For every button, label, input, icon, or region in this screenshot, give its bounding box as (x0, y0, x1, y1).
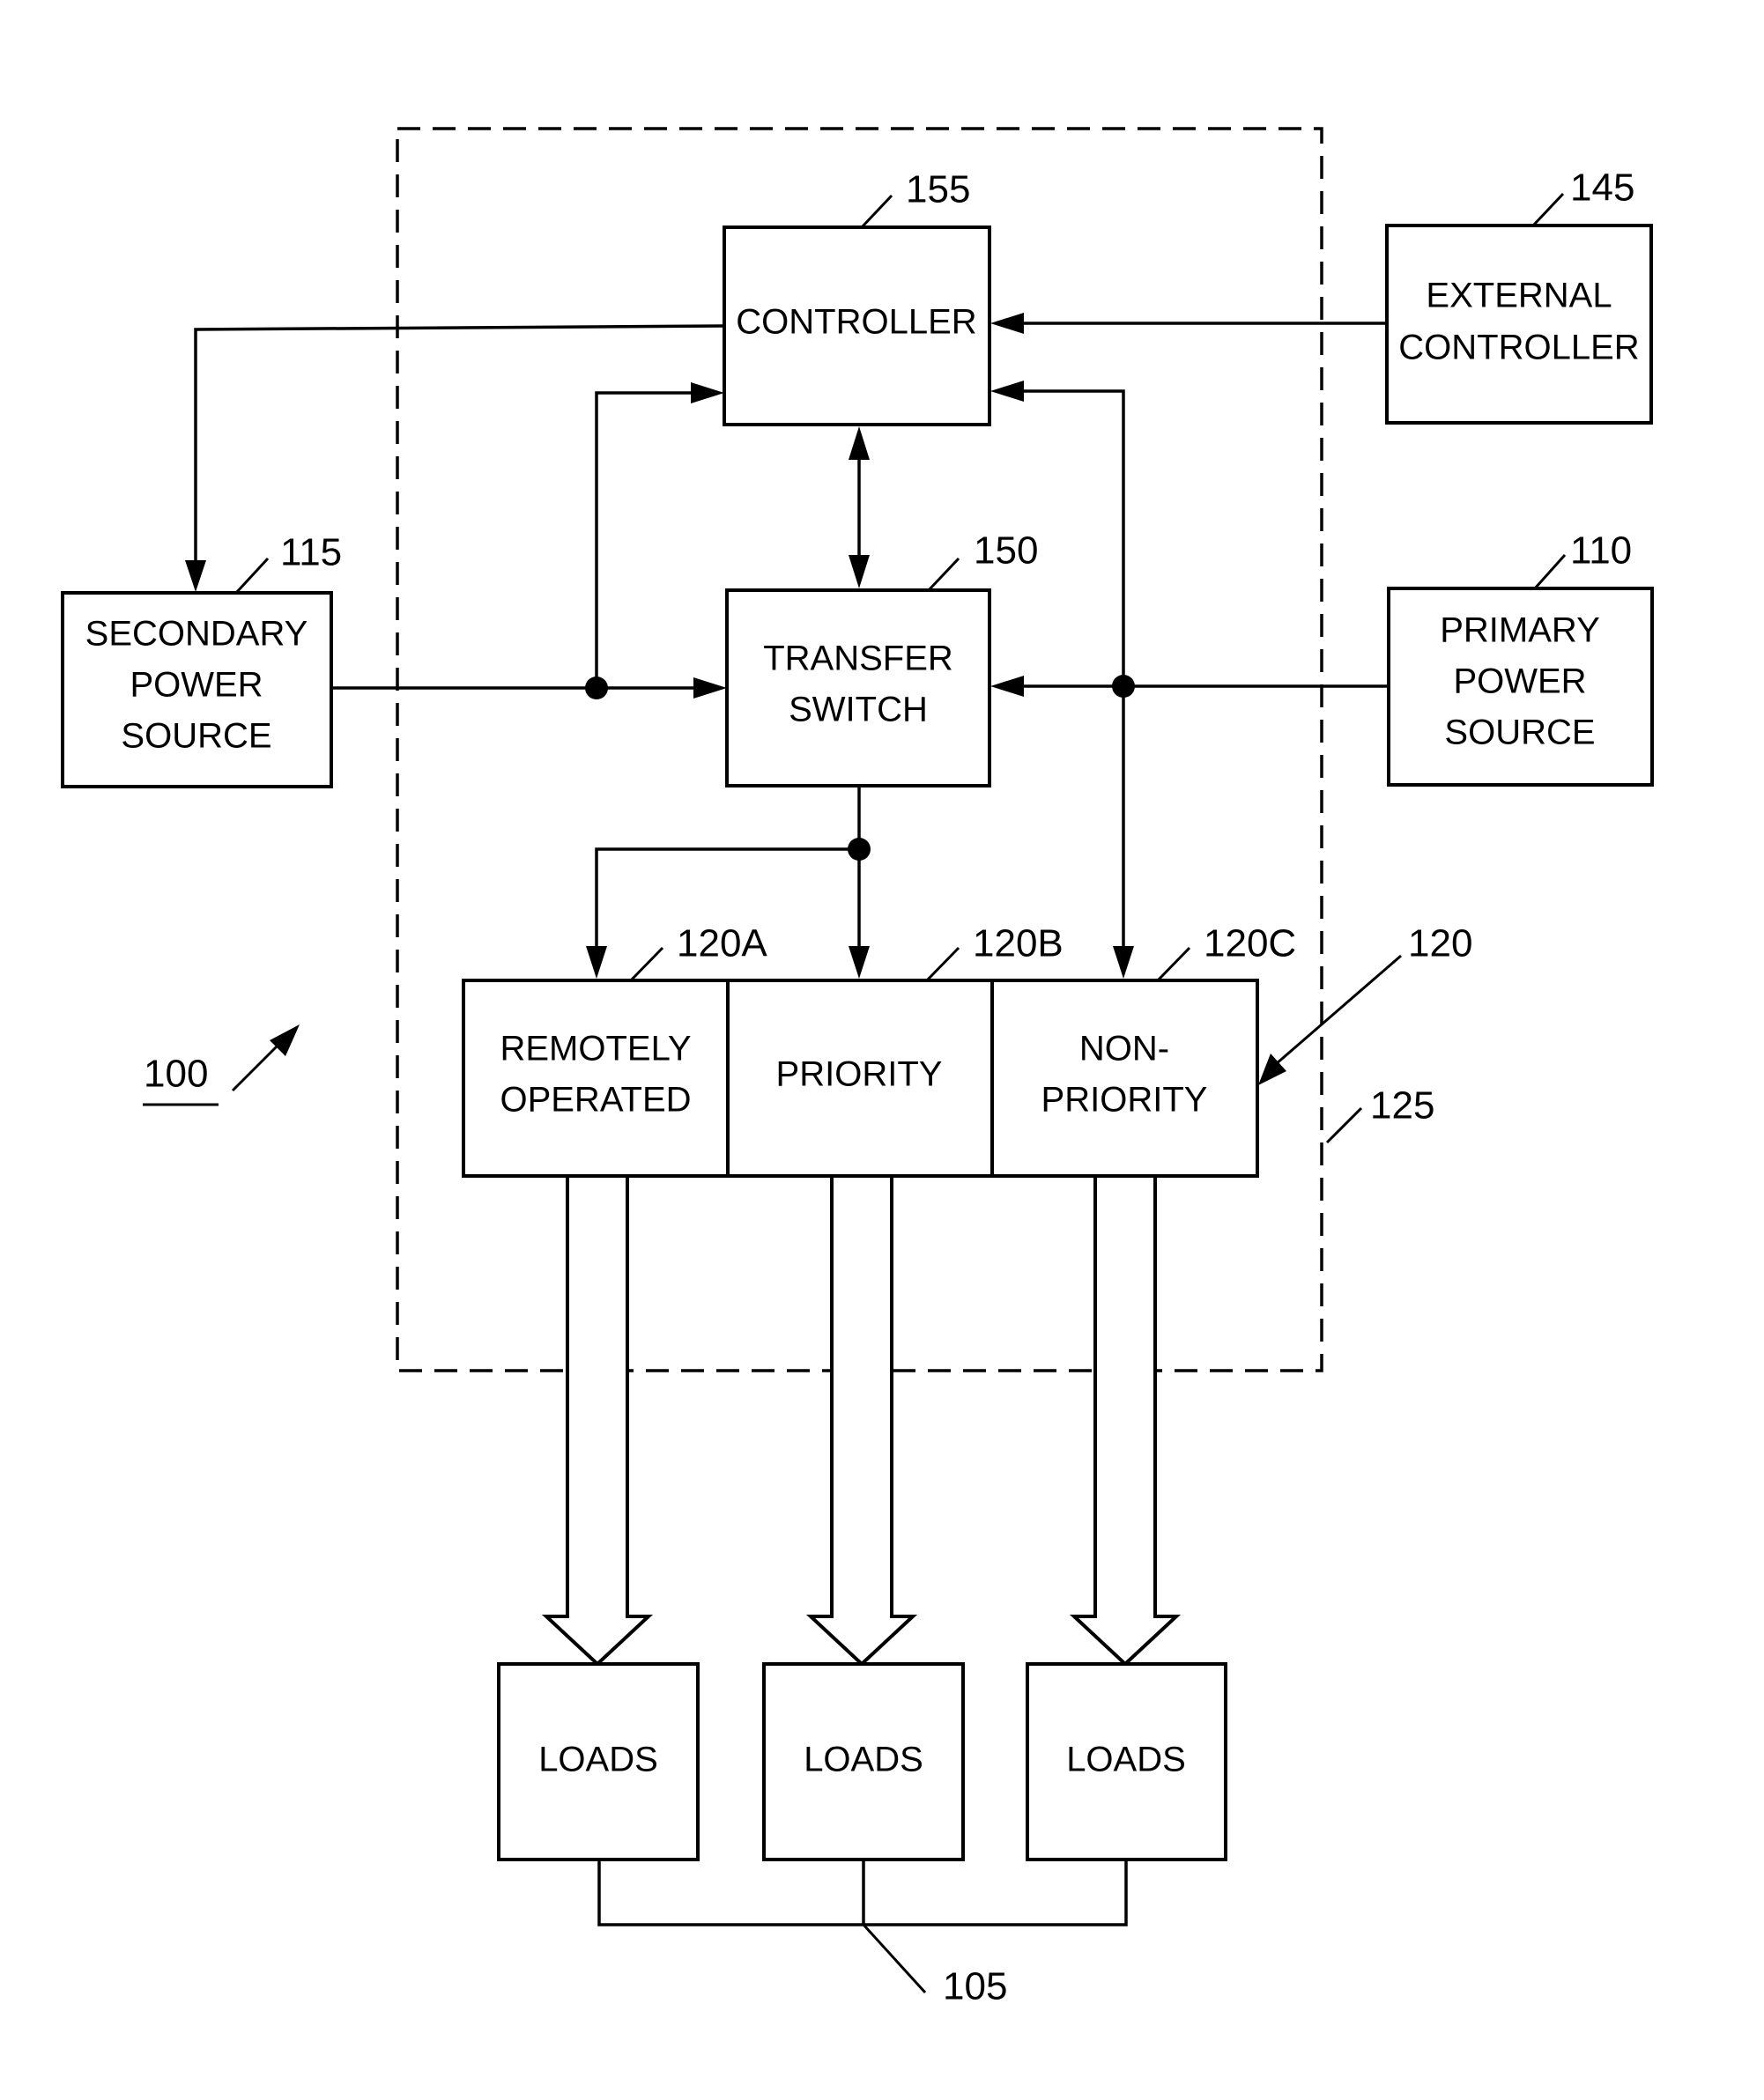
ref-120c: 120C (1204, 922, 1296, 965)
panel-non-priority[interactable] (990, 979, 1259, 1178)
secondary-power-label-line3: SOURCE (121, 717, 271, 756)
loads-bracket (597, 1860, 1128, 1926)
arrowhead-into-transfer-right (990, 676, 1024, 697)
power-transfer-block-diagram: 125 CONTROLLER 155 EXTERNAL CONTROLLER 1… (61, 127, 1654, 2008)
transfer-switch-label-line1: TRANSFER (763, 640, 953, 678)
ref-120b: 120B (973, 922, 1064, 965)
hollow-arrow-remote-to-loads (541, 1174, 654, 1667)
leader-120a (629, 946, 664, 982)
leader-150 (927, 557, 960, 592)
junction-left (585, 677, 608, 699)
panel-remote-label-line2: OPERATED (500, 1081, 691, 1120)
transfer-switch-label-line2: SWITCH (789, 691, 928, 729)
external-controller-label-line2: CONTROLLER (1398, 329, 1639, 367)
arrowhead-into-priority (849, 946, 870, 979)
panel-nonpriority-label-line2: PRIORITY (1041, 1081, 1208, 1120)
secondary-power-label-line2: POWER (130, 666, 263, 705)
arrowhead-into-transfer-left (693, 677, 727, 699)
panel-remotely-operated[interactable] (462, 979, 730, 1178)
arrow-120-shaft (1275, 954, 1402, 1066)
ref-110: 110 (1570, 529, 1632, 573)
primary-power-label-line3: SOURCE (1444, 714, 1595, 752)
ref-105: 105 (943, 1965, 1007, 2008)
ref-120a: 120A (677, 922, 767, 965)
leader-105 (862, 1923, 927, 1994)
external-controller-label-line1: EXTERNAL (1426, 277, 1612, 315)
panel-nonpriority-label-line1: NON- (1079, 1030, 1169, 1068)
arrowhead-into-remote (586, 946, 607, 979)
ref-100-arrow-head (270, 1024, 300, 1056)
arrowhead-into-nonpriority (1113, 946, 1134, 979)
ref-125: 125 (1370, 1084, 1434, 1128)
junction-bottom (848, 838, 871, 861)
leader-125 (1325, 1106, 1363, 1144)
panel-priority-label: PRIORITY (776, 1055, 943, 1094)
ref-100: 100 (144, 1053, 208, 1096)
panel-remote-label-line1: REMOTELY (500, 1030, 691, 1068)
loads-label-1: LOADS (538, 1741, 658, 1779)
ref-150: 150 (974, 529, 1038, 573)
hollow-arrow-nonpriority-to-loads (1069, 1174, 1182, 1667)
ref-100-arrow-shaft (231, 1038, 285, 1092)
ref-145: 145 (1570, 166, 1634, 210)
arrowhead-into-controller-right-top (990, 313, 1024, 334)
primary-power-label-line1: PRIMARY (1440, 611, 1600, 650)
loads-label-2: LOADS (804, 1741, 923, 1779)
wire-controller-to-secondary (194, 324, 725, 564)
external-controller-block[interactable] (1385, 224, 1653, 425)
primary-power-label-line2: POWER (1453, 662, 1586, 701)
leader-115 (234, 557, 270, 595)
leader-120c (1156, 946, 1191, 982)
ref-155: 155 (906, 168, 970, 211)
leader-120b (925, 946, 960, 982)
arrowhead-down-to-transfer (849, 555, 870, 588)
leader-145 (1531, 192, 1565, 227)
arrowhead-into-controller-left (691, 382, 724, 403)
ref-115: 115 (280, 531, 342, 574)
loads-label-3: LOADS (1066, 1741, 1186, 1779)
transfer-switch-block[interactable] (725, 588, 991, 788)
leader-155 (860, 194, 893, 229)
leader-110 (1533, 553, 1567, 590)
wire-secondary-sense-to-controller (595, 391, 696, 691)
ref-120: 120 (1408, 922, 1472, 965)
arrowhead-up-to-controller (849, 426, 870, 460)
controller-label: CONTROLLER (736, 303, 976, 342)
arrowhead-into-secondary (185, 560, 206, 592)
arrowhead-into-controller-right-bottom (990, 381, 1024, 402)
hollow-arrow-priority-to-loads (805, 1174, 918, 1667)
secondary-power-label-line1: SECONDARY (85, 615, 308, 654)
